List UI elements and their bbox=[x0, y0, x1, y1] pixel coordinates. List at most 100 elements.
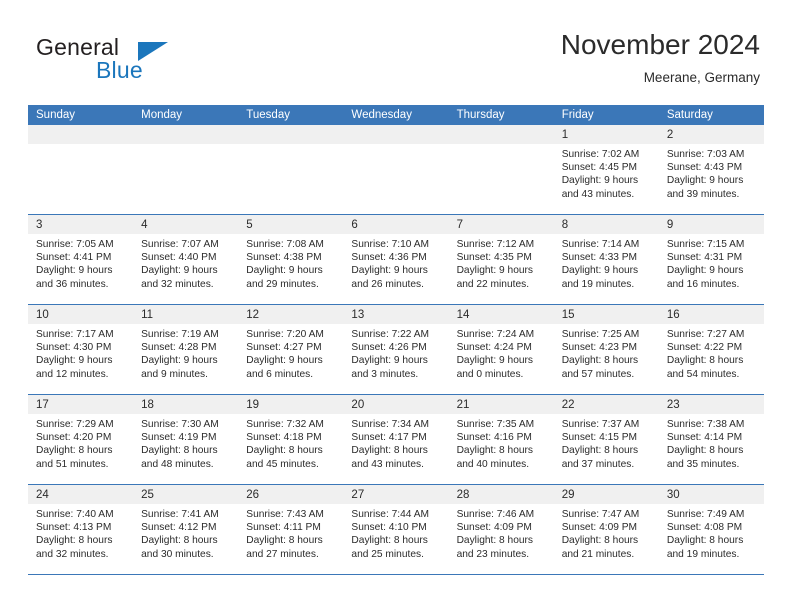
sunrise-time: Sunrise: 7:44 AM bbox=[351, 509, 430, 520]
calendar-day-cell[interactable]: 6 Sunrise: 7:10 AM Sunset: 4:36 PM Daylight… bbox=[343, 215, 449, 304]
calendar-day-cell[interactable]: 21 Sunrise: 7:35 AM Sunset: 4:16 PM Dayligh… bbox=[448, 395, 554, 484]
day-number: 19 bbox=[246, 399, 260, 411]
sunrise-time: Sunrise: 7:43 AM bbox=[246, 509, 324, 520]
day-sun-info: Sunrise: 7:10 AM Sunset: 4:36 PM Daylight:… bbox=[343, 234, 448, 291]
day-sun-info bbox=[449, 144, 554, 148]
sunrise-time: Sunrise: 7:47 AM bbox=[561, 509, 640, 520]
calendar-day-cell[interactable]: 20 Sunrise: 7:34 AM Sunset: 4:17 PM Dayligh… bbox=[343, 395, 449, 484]
calendar-day-cell-empty bbox=[448, 125, 554, 214]
day-number-band: 21 bbox=[448, 395, 554, 414]
daylight-duration-line2: and 22 minutes. bbox=[456, 278, 530, 290]
sunrise-time: Sunrise: 7:08 AM bbox=[246, 239, 324, 250]
daylight-duration-line2: and 32 minutes. bbox=[36, 548, 109, 560]
page-title: November 2024 bbox=[560, 29, 760, 60]
calendar-day-cell[interactable]: 18 Sunrise: 7:30 AM Sunset: 4:19 PM Dayligh… bbox=[133, 395, 239, 484]
daylight-duration-line1: Daylight: 8 hours bbox=[351, 535, 428, 547]
calendar-day-cell[interactable]: 12 Sunrise: 7:20 AM Sunset: 4:27 PM Dayligh… bbox=[238, 305, 344, 394]
day-number: 4 bbox=[141, 219, 148, 231]
daylight-duration-line2: and 26 minutes. bbox=[351, 278, 424, 290]
sunset-time: Sunset: 4:38 PM bbox=[246, 252, 322, 264]
sunset-time: Sunset: 4:16 PM bbox=[456, 432, 532, 444]
weekday-friday: Friday bbox=[561, 109, 594, 121]
calendar-day-cell[interactable]: 5 Sunrise: 7:08 AM Sunset: 4:38 PM Daylight… bbox=[238, 215, 344, 304]
daylight-duration-line1: Daylight: 9 hours bbox=[666, 265, 744, 277]
day-number-band: 1 bbox=[553, 125, 659, 144]
day-number-band bbox=[238, 125, 344, 144]
weekday-wednesday: Wednesday bbox=[351, 109, 412, 121]
day-number: 27 bbox=[351, 489, 365, 501]
calendar-day-cell[interactable]: 29 Sunrise: 7:47 AM Sunset: 4:09 PM Dayligh… bbox=[553, 485, 659, 574]
day-number-band: 10 bbox=[28, 305, 134, 324]
calendar-day-cell[interactable]: 15 Sunrise: 7:25 AM Sunset: 4:23 PM Dayligh… bbox=[553, 305, 659, 394]
calendar-day-cell[interactable]: 7 Sunrise: 7:12 AM Sunset: 4:35 PM Daylight… bbox=[448, 215, 554, 304]
calendar-day-cell[interactable]: 10 Sunrise: 7:17 AM Sunset: 4:30 PM Dayligh… bbox=[28, 305, 134, 394]
day-sun-info: Sunrise: 7:08 AM Sunset: 4:38 PM Daylight:… bbox=[238, 234, 343, 291]
calendar-day-cell[interactable]: 1 Sunrise: 7:02 AM Sunset: 4:45 PM Daylight… bbox=[553, 125, 659, 214]
calendar-day-cell-empty bbox=[343, 125, 449, 214]
day-number-band: 13 bbox=[343, 305, 449, 324]
sunrise-time: Sunrise: 7:07 AM bbox=[141, 239, 219, 250]
calendar-week-row: 1 Sunrise: 7:02 AM Sunset: 4:45 PM Daylight… bbox=[28, 125, 764, 215]
daylight-duration-line1: Daylight: 8 hours bbox=[561, 535, 639, 547]
calendar-day-cell[interactable]: 3 Sunrise: 7:05 AM Sunset: 4:41 PM Daylight… bbox=[28, 215, 134, 304]
calendar-day-cell[interactable]: 13 Sunrise: 7:22 AM Sunset: 4:26 PM Dayligh… bbox=[343, 305, 449, 394]
title-block: November 2024 Meerane, Germany bbox=[561, 28, 760, 88]
calendar-day-cell[interactable]: 24 Sunrise: 7:40 AM Sunset: 4:13 PM Dayligh… bbox=[28, 485, 134, 574]
day-number-band: 23 bbox=[658, 395, 764, 414]
sunrise-time: Sunrise: 7:10 AM bbox=[351, 239, 430, 250]
sunset-time: Sunset: 4:20 PM bbox=[36, 432, 112, 444]
calendar-day-cell[interactable]: 17 Sunrise: 7:29 AM Sunset: 4:20 PM Dayligh… bbox=[28, 395, 134, 484]
daylight-duration-line1: Daylight: 8 hours bbox=[456, 535, 534, 547]
sunset-time: Sunset: 4:35 PM bbox=[456, 252, 532, 264]
calendar-day-cell[interactable]: 8 Sunrise: 7:14 AM Sunset: 4:33 PM Daylight… bbox=[553, 215, 659, 304]
calendar-day-cell[interactable]: 30 Sunrise: 7:49 AM Sunset: 4:08 PM Dayligh… bbox=[658, 485, 764, 574]
day-number: 3 bbox=[36, 219, 43, 231]
sunset-time: Sunset: 4:36 PM bbox=[351, 252, 427, 264]
day-sun-info: Sunrise: 7:37 AM Sunset: 4:15 PM Daylight:… bbox=[554, 414, 659, 471]
calendar-day-cell[interactable]: 14 Sunrise: 7:24 AM Sunset: 4:24 PM Dayligh… bbox=[448, 305, 554, 394]
calendar-day-cell[interactable]: 25 Sunrise: 7:41 AM Sunset: 4:12 PM Dayligh… bbox=[133, 485, 239, 574]
calendar-day-cell[interactable]: 2 Sunrise: 7:03 AM Sunset: 4:43 PM Daylight… bbox=[658, 125, 764, 214]
page-header: General Blue November 2024 Meerane, Germ… bbox=[28, 28, 764, 100]
calendar-day-cell[interactable]: 4 Sunrise: 7:07 AM Sunset: 4:40 PM Daylight… bbox=[133, 215, 239, 304]
daylight-duration-line2: and 37 minutes. bbox=[561, 458, 635, 470]
day-sun-info: Sunrise: 7:44 AM Sunset: 4:10 PM Daylight:… bbox=[343, 504, 448, 561]
day-sun-info: Sunrise: 7:46 AM Sunset: 4:09 PM Daylight:… bbox=[449, 504, 554, 561]
day-number-band: 16 bbox=[658, 305, 764, 324]
sunrise-time: Sunrise: 7:49 AM bbox=[666, 509, 745, 520]
calendar-day-cell[interactable]: 9 Sunrise: 7:15 AM Sunset: 4:31 PM Daylight… bbox=[658, 215, 764, 304]
sunset-time: Sunset: 4:33 PM bbox=[561, 252, 638, 264]
calendar-day-cell[interactable]: 27 Sunrise: 7:44 AM Sunset: 4:10 PM Dayligh… bbox=[343, 485, 449, 574]
calendar-day-cell[interactable]: 28 Sunrise: 7:46 AM Sunset: 4:09 PM Dayligh… bbox=[448, 485, 554, 574]
day-sun-info bbox=[343, 144, 448, 148]
daylight-duration-line1: Daylight: 9 hours bbox=[246, 355, 323, 367]
daylight-duration-line2: and 6 minutes. bbox=[246, 368, 314, 380]
day-sun-info: Sunrise: 7:05 AM Sunset: 4:41 PM Daylight:… bbox=[28, 234, 133, 291]
day-sun-info: Sunrise: 7:19 AM Sunset: 4:28 PM Daylight:… bbox=[133, 324, 238, 381]
day-number-band: 19 bbox=[238, 395, 344, 414]
daylight-duration-line1: Daylight: 8 hours bbox=[36, 535, 113, 547]
weekday-header-row: Sunday Monday Tuesday Wednesday Thursday… bbox=[28, 105, 764, 125]
day-number-band bbox=[133, 125, 239, 144]
calendar-day-cell[interactable]: 22 Sunrise: 7:37 AM Sunset: 4:15 PM Dayligh… bbox=[553, 395, 659, 484]
weekday-tuesday: Tuesday bbox=[246, 109, 290, 121]
day-number: 28 bbox=[456, 489, 470, 501]
daylight-duration-line1: Daylight: 9 hours bbox=[561, 265, 639, 277]
daylight-duration-line2: and 30 minutes. bbox=[141, 548, 214, 560]
calendar-day-cell[interactable]: 23 Sunrise: 7:38 AM Sunset: 4:14 PM Dayligh… bbox=[658, 395, 764, 484]
day-number: 9 bbox=[666, 219, 674, 231]
daylight-duration-line1: Daylight: 9 hours bbox=[351, 265, 428, 277]
day-sun-info: Sunrise: 7:32 AM Sunset: 4:18 PM Daylight:… bbox=[238, 414, 343, 471]
day-number-band: 30 bbox=[658, 485, 764, 504]
calendar-day-cell[interactable]: 19 Sunrise: 7:32 AM Sunset: 4:18 PM Dayligh… bbox=[238, 395, 344, 484]
calendar-day-cell[interactable]: 11 Sunrise: 7:19 AM Sunset: 4:28 PM Dayligh… bbox=[133, 305, 239, 394]
daylight-duration-line2: and 29 minutes. bbox=[246, 278, 319, 290]
calendar-week-row: 3 Sunrise: 7:05 AM Sunset: 4:41 PM Daylight… bbox=[28, 215, 764, 305]
calendar-day-cell[interactable]: 16 Sunrise: 7:27 AM Sunset: 4:22 PM Dayligh… bbox=[658, 305, 764, 394]
day-number: 17 bbox=[36, 399, 49, 411]
sunrise-time: Sunrise: 7:12 AM bbox=[456, 239, 535, 250]
calendar-page: General Blue November 2024 Meerane, Germ… bbox=[0, 0, 792, 612]
general-blue-logo[interactable]: General Blue bbox=[36, 34, 236, 90]
calendar-day-cell[interactable]: 26 Sunrise: 7:43 AM Sunset: 4:11 PM Dayligh… bbox=[238, 485, 344, 574]
sunset-time: Sunset: 4:10 PM bbox=[351, 522, 427, 534]
